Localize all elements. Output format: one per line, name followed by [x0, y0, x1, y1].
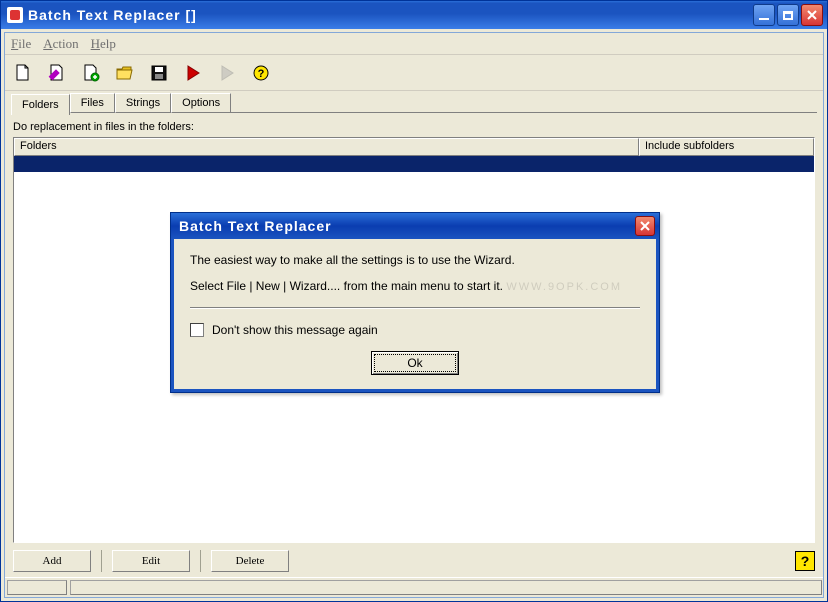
app-icon — [7, 7, 23, 23]
menu-action[interactable]: Action — [43, 36, 78, 52]
col-include-subfolders[interactable]: Include subfolders — [639, 138, 814, 156]
dialog-text-line2: Select File | New | Wizard.... from the … — [190, 279, 640, 293]
button-row: Add Edit Delete ? — [13, 543, 815, 573]
status-pane-2 — [70, 580, 822, 595]
delete-button[interactable]: Delete — [211, 550, 289, 572]
table-row[interactable] — [14, 156, 814, 172]
col-folders[interactable]: Folders — [14, 138, 639, 156]
dialog-titlebar: Batch Text Replacer — [171, 213, 659, 239]
status-pane-1 — [7, 580, 67, 595]
menu-help[interactable]: Help — [91, 36, 116, 52]
menubar: File Action Help — [5, 33, 823, 55]
statusbar — [5, 577, 823, 597]
maximize-button[interactable] — [777, 4, 799, 26]
tab-folders[interactable]: Folders — [11, 94, 70, 115]
edit-file-icon[interactable] — [47, 63, 67, 83]
watermark-text: WWW.9OPK.COM — [506, 281, 622, 293]
dialog-text-line1: The easiest way to make all the settings… — [190, 253, 640, 267]
dialog-close-button[interactable] — [635, 216, 655, 236]
dont-show-label: Don't show this message again — [212, 323, 378, 337]
ok-button[interactable]: Ok — [371, 351, 459, 375]
new-folder-icon[interactable] — [81, 63, 101, 83]
tab-files[interactable]: Files — [70, 93, 115, 113]
context-help-icon[interactable]: ? — [795, 551, 815, 571]
dont-show-checkbox[interactable] — [190, 323, 204, 337]
instruction-text: Do replacement in files in the folders: — [13, 121, 815, 133]
close-button[interactable] — [801, 4, 823, 26]
tab-strings[interactable]: Strings — [115, 93, 171, 113]
menu-file[interactable]: File — [11, 36, 31, 52]
help-icon[interactable]: ? — [251, 63, 271, 83]
minimize-button[interactable] — [753, 4, 775, 26]
save-icon[interactable] — [149, 63, 169, 83]
wizard-hint-dialog: Batch Text Replacer The easiest way to m… — [170, 212, 660, 393]
tab-options[interactable]: Options — [171, 93, 231, 113]
run-icon[interactable] — [183, 63, 203, 83]
toolbar: ? — [5, 55, 823, 91]
tabs: Folders Files Strings Options — [5, 91, 823, 115]
window-title: Batch Text Replacer [] — [28, 7, 751, 23]
edit-button[interactable]: Edit — [112, 550, 190, 572]
new-file-icon[interactable] — [13, 63, 33, 83]
svg-text:?: ? — [258, 68, 265, 80]
open-folder-icon[interactable] — [115, 63, 135, 83]
titlebar: Batch Text Replacer [] — [1, 1, 827, 29]
dialog-title: Batch Text Replacer — [179, 218, 635, 234]
add-button[interactable]: Add — [13, 550, 91, 572]
grid-header: Folders Include subfolders — [14, 138, 814, 156]
run-step-icon — [217, 63, 237, 83]
